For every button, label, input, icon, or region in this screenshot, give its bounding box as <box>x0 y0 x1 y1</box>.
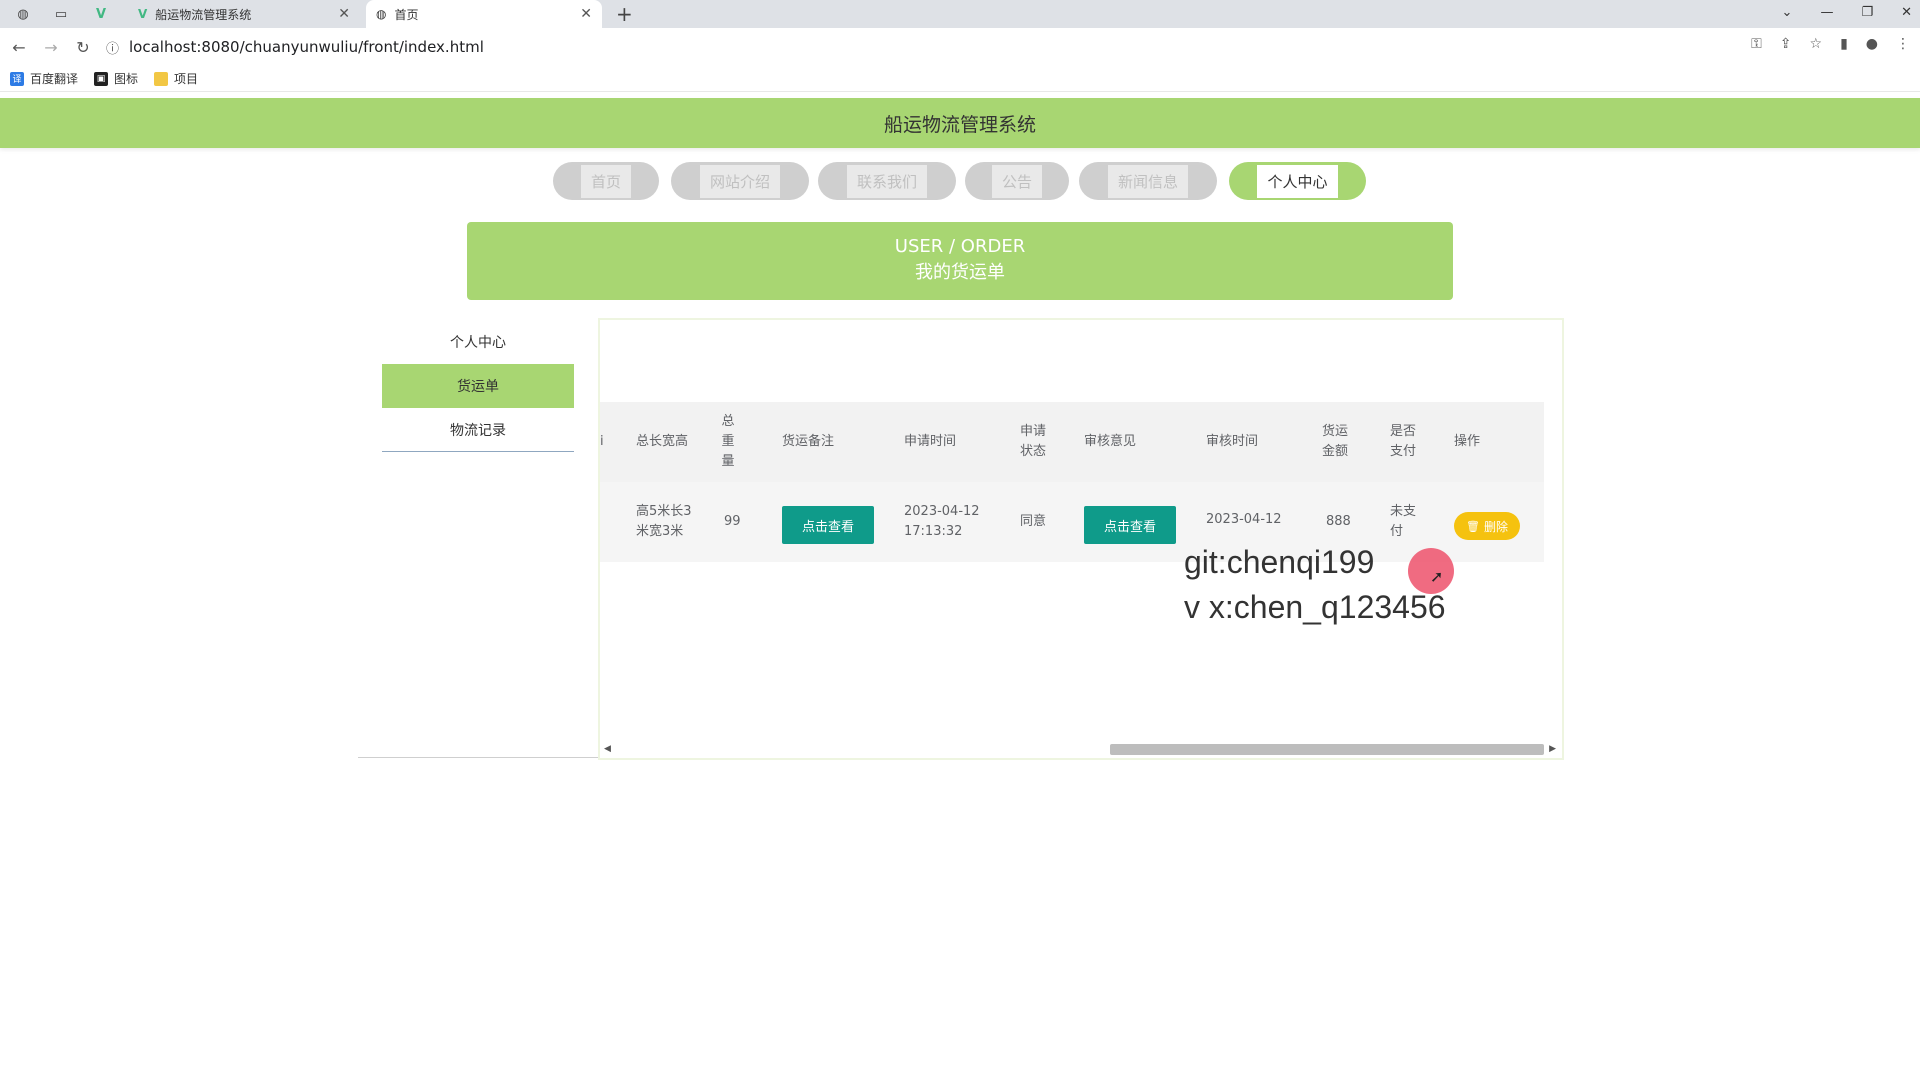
address-bar[interactable]: ⓘ localhost:8080/chuanyunwuliu/front/ind… <box>106 32 1706 62</box>
close-icon[interactable]: ✕ <box>580 6 592 22</box>
image-icon: ▣ <box>94 71 109 86</box>
site-title: 船运物流管理系统 <box>883 113 1036 136</box>
key-icon[interactable]: ⚿ <box>1751 36 1762 52</box>
delete-button[interactable]: 🗑 删除 <box>1454 512 1520 540</box>
bookmark-label: 百度翻译 <box>30 72 79 86</box>
sidebar-item-orders[interactable]: 货运单 <box>382 364 574 408</box>
bookmark-translate[interactable]: 译 百度翻译 <box>10 70 78 87</box>
menu-icon[interactable]: ⋮ <box>1896 36 1910 52</box>
nav-label: 首页 <box>580 164 631 198</box>
nav-label: 新闻信息 <box>1107 164 1188 198</box>
delete-label: 删除 <box>1483 519 1508 534</box>
profile-icon[interactable]: ● <box>1866 36 1878 52</box>
view-remark-button[interactable]: 点击查看 <box>782 506 874 544</box>
bookmark-label: 图标 <box>114 72 139 86</box>
forward-icon[interactable]: → <box>38 38 64 57</box>
column-header-review: 审核意见 <box>1084 434 1137 449</box>
restore-icon[interactable]: ❐ <box>1861 5 1873 20</box>
nav-label: 公告 <box>991 164 1042 198</box>
column-header-review-time: 审核时间 <box>1206 434 1259 449</box>
view-review-button[interactable]: 点击查看 <box>1084 506 1176 544</box>
sidepanel-icon[interactable]: ▮ <box>1840 36 1848 52</box>
bookmark-label: 项目 <box>174 72 199 86</box>
site-header: 船运物流管理系统 <box>0 98 1920 148</box>
section-banner: USER / ORDER 我的货运单 <box>467 222 1453 300</box>
column-header-size: 总长宽高 <box>636 434 689 449</box>
banner-subtitle: USER / ORDER <box>894 236 1026 257</box>
column-header-apply-time: 申请时间 <box>904 434 957 449</box>
chevron-down-icon[interactable]: ⌄ <box>1782 5 1793 20</box>
globe-icon: ◍ <box>376 7 387 21</box>
sidebar-item-user-center[interactable]: 个人中心 <box>382 320 574 364</box>
vue-logo-icon[interactable]: V <box>86 4 116 24</box>
minimize-icon[interactable]: — <box>1820 5 1833 20</box>
window-controls: ⌄ — ❐ ✕ <box>1782 0 1912 24</box>
sidebar-item-label: 物流记录 <box>450 422 506 439</box>
trash-icon: 🗑 <box>1466 519 1480 533</box>
table-header: i 总长宽高 总重量 货运备注 申请时间 申请状态 审核意见 审核时间 货运金额… <box>600 402 1544 482</box>
nav-notice[interactable]: 公告 <box>965 162 1069 200</box>
url-text[interactable]: localhost:8080/chuanyunwuliu/front/index… <box>129 38 484 56</box>
nav-contact[interactable]: 联系我们 <box>818 162 956 200</box>
browser-tab-strip: ◍ ▭ V V 船运物流管理系统 ✕ ◍ 首页 ✕ + ⌄ — ❐ ✕ <box>0 0 1920 28</box>
browser-toolbar: ← → ↻ ⓘ localhost:8080/chuanyunwuliu/fro… <box>0 28 1920 66</box>
globe-icon[interactable]: ◍ <box>8 4 38 24</box>
share-icon[interactable]: ⇪ <box>1780 36 1792 52</box>
sidebar-item-logistics[interactable]: 物流记录 <box>382 408 574 452</box>
reload-icon[interactable]: ↻ <box>70 38 96 57</box>
cell-apply-time: 2023-04-12 17:13:32 <box>904 504 980 539</box>
page: 船运物流管理系统 首页 网站介绍 联系我们 公告 新闻信息 个人中心 USER … <box>0 92 1920 1072</box>
watermark-overlay: git:chenqi199 v x:chen_q123456 <box>1184 540 1446 630</box>
column-header-amount: 货运金额 <box>1322 424 1349 459</box>
column-header-paid: 是否支付 <box>1390 424 1417 459</box>
blank-tab-icon[interactable]: ▭ <box>46 4 76 24</box>
cell-weight: 99 <box>724 514 741 529</box>
sidebar-item-label: 货运单 <box>457 379 499 395</box>
column-header-apply-status: 申请状态 <box>1020 424 1047 459</box>
nav-label: 个人中心 <box>1257 164 1338 198</box>
horizontal-scrollbar[interactable]: ◀ ▶ <box>600 740 1562 758</box>
back-icon[interactable]: ← <box>6 38 32 57</box>
banner-title: 我的货运单 <box>915 262 1005 283</box>
column-header-weight: 总重量 <box>721 414 735 469</box>
watermark-line-1: git:chenqi199 <box>1184 544 1375 580</box>
bookmarks-bar: 译 百度翻译 ▣ 图标 项目 <box>0 66 1920 92</box>
nav-about[interactable]: 网站介绍 <box>671 162 809 200</box>
info-icon[interactable]: ⓘ <box>106 38 119 57</box>
nav-news[interactable]: 新闻信息 <box>1079 162 1217 200</box>
scrollbar-thumb[interactable] <box>1110 744 1544 755</box>
vue-logo-icon: V <box>138 7 148 21</box>
bookmark-icons[interactable]: ▣ 图标 <box>94 70 138 87</box>
new-tab-button[interactable]: + <box>616 2 633 26</box>
translate-icon: 译 <box>10 71 24 86</box>
user-sidebar: 个人中心 货运单 物流记录 <box>358 320 598 758</box>
watermark-line-2: v x:chen_q123456 <box>1184 589 1446 625</box>
nav-home[interactable]: 首页 <box>553 162 659 200</box>
orders-table-container: i 总长宽高 总重量 货运备注 申请时间 申请状态 审核意见 审核时间 货运金额… <box>598 318 1564 760</box>
close-icon[interactable]: ✕ <box>338 6 350 22</box>
tab-title: 船运物流管理系统 <box>155 7 252 22</box>
main-nav: 首页 网站介绍 联系我们 公告 新闻信息 个人中心 <box>0 162 1920 200</box>
star-icon[interactable]: ☆ <box>1810 36 1823 52</box>
bookmark-project[interactable]: 项目 <box>154 70 198 87</box>
toolbar-actions: ⚿ ⇪ ☆ ▮ ● ⋮ <box>1751 36 1910 52</box>
column-header-remark: 货运备注 <box>782 434 835 449</box>
tab-title: 首页 <box>394 7 419 22</box>
scroll-left-icon[interactable]: ◀ <box>604 744 611 754</box>
tab-home[interactable]: ◍ 首页 ✕ <box>366 0 602 28</box>
nav-label: 联系我们 <box>846 164 927 198</box>
tab-admin[interactable]: V 船运物流管理系统 ✕ <box>128 0 360 28</box>
nav-user-center[interactable]: 个人中心 <box>1229 162 1366 200</box>
column-header-actions: 操作 <box>1454 434 1481 449</box>
scroll-right-icon[interactable]: ▶ <box>1549 744 1556 754</box>
cell-size: 高5米长3米宽3米 <box>636 504 692 539</box>
cell-apply-status: 同意 <box>1020 514 1047 529</box>
column-header-cut: i <box>600 434 604 449</box>
folder-icon <box>154 71 169 86</box>
close-window-icon[interactable]: ✕ <box>1901 5 1912 20</box>
nav-label: 网站介绍 <box>699 164 780 198</box>
sidebar-item-label: 个人中心 <box>450 335 506 351</box>
cursor-pointer-icon: ➚ <box>1430 567 1444 586</box>
